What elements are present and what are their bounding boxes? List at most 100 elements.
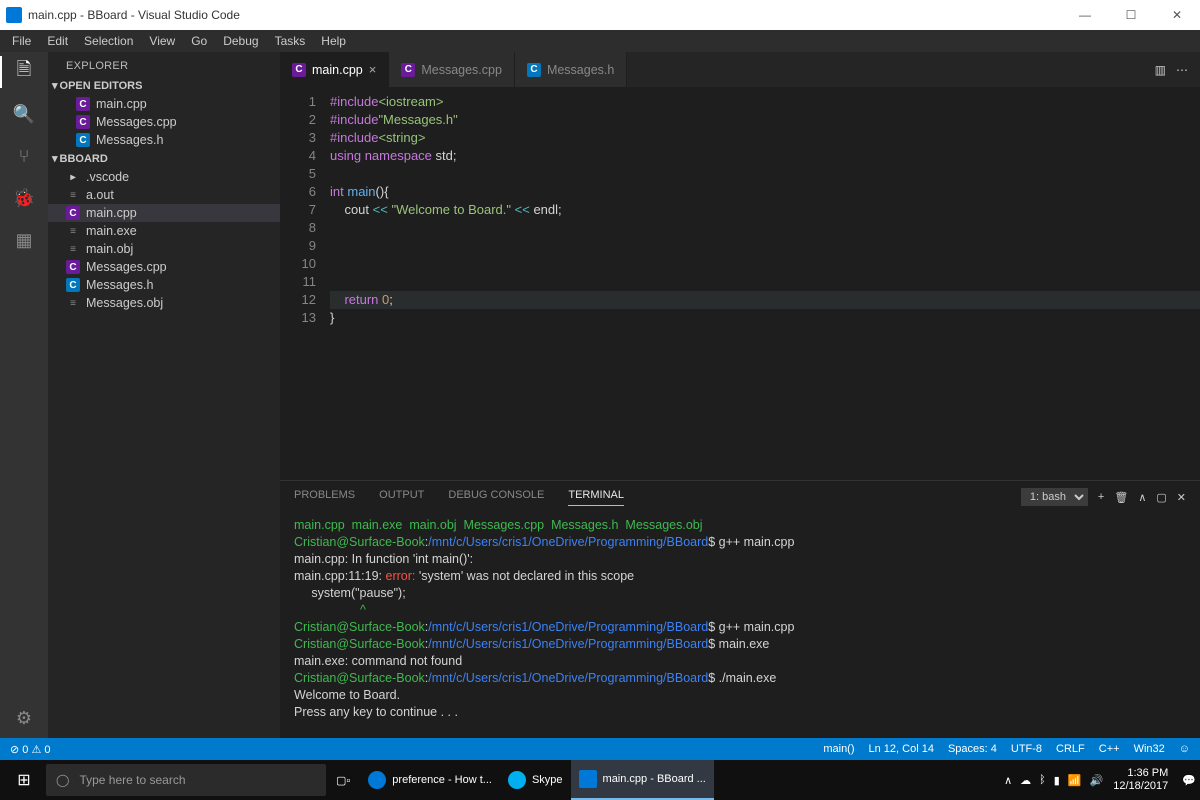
open-editor-item[interactable]: Cmain.cpp — [48, 95, 280, 113]
status-item[interactable]: C++ — [1099, 743, 1120, 755]
panel-tab-debug console[interactable]: DEBUG CONSOLE — [448, 489, 544, 506]
taskbar-search[interactable]: ◯ Type here to search — [46, 764, 326, 796]
skype-icon — [508, 771, 526, 789]
terminal-output[interactable]: main.cpp main.exe main.obj Messages.cpp … — [280, 513, 1200, 738]
explorer-icon[interactable]: 🗎 — [12, 60, 36, 84]
editor-tab[interactable]: CMessages.h — [515, 52, 627, 87]
panel-tab-problems[interactable]: PROBLEMS — [294, 489, 355, 506]
bottom-panel: PROBLEMS OUTPUT DEBUG CONSOLE TERMINAL 1: b… — [280, 480, 1200, 738]
file-icon: C — [66, 278, 80, 292]
file-icon: ≡ — [66, 296, 80, 310]
panel-tab-terminal[interactable]: TERMINAL — [568, 489, 624, 506]
edge-icon — [368, 771, 386, 789]
panel-maximize-icon[interactable]: ▢ — [1156, 491, 1166, 504]
status-item[interactable]: UTF-8 — [1011, 743, 1042, 755]
tray-bluetooth-icon[interactable]: ᛒ — [1039, 774, 1046, 787]
file-tree-item[interactable]: ≡main.exe — [48, 222, 280, 240]
menu-file[interactable]: File — [4, 32, 39, 50]
taskbar-app[interactable]: main.cpp - BBoard ... — [571, 760, 714, 800]
file-icon: ▸ — [66, 170, 80, 184]
status-item[interactable]: Spaces: 4 — [948, 743, 997, 755]
status-item[interactable]: main() — [823, 743, 854, 755]
notifications-icon[interactable]: 💬 — [1182, 774, 1196, 787]
file-icon: C — [76, 133, 90, 147]
panel-up-icon[interactable]: ∧ — [1138, 491, 1146, 504]
menu-debug[interactable]: Debug — [215, 32, 266, 50]
vscode-logo-icon — [6, 7, 22, 23]
open-editors-header[interactable]: ▾ OPEN EDITORS — [48, 76, 280, 95]
sidebar-title: EXPLORER — [48, 52, 280, 76]
file-icon: C — [527, 63, 541, 77]
taskbar-app[interactable]: Skype — [500, 760, 571, 800]
menu-edit[interactable]: Edit — [39, 32, 76, 50]
menu-selection[interactable]: Selection — [76, 32, 141, 50]
status-item[interactable]: ☺ — [1179, 743, 1190, 755]
close-tab-icon[interactable]: × — [369, 62, 377, 77]
taskbar-clock[interactable]: 1:36 PM 12/18/2017 — [1113, 767, 1172, 793]
minimize-button[interactable]: — — [1062, 0, 1108, 30]
menu-help[interactable]: Help — [313, 32, 354, 50]
file-icon: C — [66, 206, 80, 220]
scm-icon[interactable]: ⑂ — [12, 144, 36, 168]
settings-icon[interactable]: ⚙ — [12, 706, 36, 730]
file-icon: ≡ — [66, 242, 80, 256]
panel-close-icon[interactable]: ✕ — [1177, 491, 1186, 504]
status-item[interactable]: CRLF — [1056, 743, 1085, 755]
taskbar-app[interactable]: preference - How t... — [360, 760, 500, 800]
file-tree-item[interactable]: CMessages.cpp — [48, 258, 280, 276]
file-icon: C — [76, 115, 90, 129]
activity-bar: 🗎 🔍 ⑂ 🐞 ▦ ⚙ — [0, 52, 48, 738]
close-button[interactable]: ✕ — [1154, 0, 1200, 30]
status-item[interactable]: ⊘ 0 ⚠ 0 — [10, 743, 50, 756]
windows-taskbar: ⊞ ◯ Type here to search ▢▫ preference - … — [0, 760, 1200, 800]
open-editor-item[interactable]: CMessages.h — [48, 131, 280, 149]
editor-tab[interactable]: CMessages.cpp — [389, 52, 515, 87]
sidebar-explorer: EXPLORER ▾ OPEN EDITORS Cmain.cppCMessag… — [48, 52, 280, 738]
file-tree-item[interactable]: CMessages.h — [48, 276, 280, 294]
start-button[interactable]: ⊞ — [4, 760, 44, 800]
file-tree-item[interactable]: ≡main.obj — [48, 240, 280, 258]
split-editor-icon[interactable]: ▥ — [1155, 63, 1166, 77]
file-tree-item[interactable]: ≡Messages.obj — [48, 294, 280, 312]
menu-tasks[interactable]: Tasks — [267, 32, 314, 50]
file-icon: C — [76, 97, 90, 111]
file-icon: C — [292, 63, 306, 77]
menu-go[interactable]: Go — [183, 32, 215, 50]
vscode-icon — [579, 770, 597, 788]
extensions-icon[interactable]: ▦ — [12, 228, 36, 252]
file-icon: C — [66, 260, 80, 274]
tray-battery-icon[interactable]: ▮ — [1054, 774, 1060, 787]
window-titlebar: main.cpp - BBoard - Visual Studio Code —… — [0, 0, 1200, 30]
file-icon: C — [401, 63, 415, 77]
open-editor-item[interactable]: CMessages.cpp — [48, 113, 280, 131]
code-editor[interactable]: 12345678910111213 #include<iostream>#inc… — [280, 87, 1200, 480]
statusbar: ⊘ 0 ⚠ 0 main() Ln 12, Col 14 Spaces: 4 UTF-… — [0, 738, 1200, 760]
search-placeholder: Type here to search — [79, 773, 185, 787]
folder-header[interactable]: ▾ BBOARD — [48, 149, 280, 168]
terminal-select[interactable]: 1: bash — [1021, 488, 1088, 506]
editor-tabbar: Cmain.cpp×CMessages.cppCMessages.h ▥ ⋯ — [280, 52, 1200, 87]
tray-volume-icon[interactable]: 🔊 — [1090, 774, 1104, 787]
task-view-button[interactable]: ▢▫ — [328, 760, 358, 800]
status-item[interactable]: Win32 — [1134, 743, 1165, 755]
editor-tab[interactable]: Cmain.cpp× — [280, 52, 389, 87]
tray-wifi-icon[interactable]: 📶 — [1068, 774, 1082, 787]
tray-onedrive-icon[interactable]: ☁ — [1020, 774, 1031, 787]
debug-icon[interactable]: 🐞 — [12, 186, 36, 210]
tray-up-icon[interactable]: ∧ — [1004, 774, 1012, 787]
panel-tab-output[interactable]: OUTPUT — [379, 489, 424, 506]
file-icon: ≡ — [66, 224, 80, 238]
file-tree-item[interactable]: ▸.vscode — [48, 168, 280, 186]
maximize-button[interactable]: ☐ — [1108, 0, 1154, 30]
new-terminal-icon[interactable]: + — [1098, 491, 1104, 503]
more-actions-icon[interactable]: ⋯ — [1176, 63, 1188, 77]
kill-terminal-icon[interactable]: 🗑 — [1114, 491, 1128, 504]
status-item[interactable]: Ln 12, Col 14 — [869, 743, 934, 755]
file-tree-item[interactable]: ≡a.out — [48, 186, 280, 204]
search-icon[interactable]: 🔍 — [12, 102, 36, 126]
menu-view[interactable]: View — [141, 32, 183, 50]
window-title: main.cpp - BBoard - Visual Studio Code — [28, 8, 240, 22]
menubar: FileEditSelectionViewGoDebugTasksHelp — [0, 30, 1200, 52]
file-tree-item[interactable]: Cmain.cpp — [48, 204, 280, 222]
file-icon: ≡ — [66, 188, 80, 202]
